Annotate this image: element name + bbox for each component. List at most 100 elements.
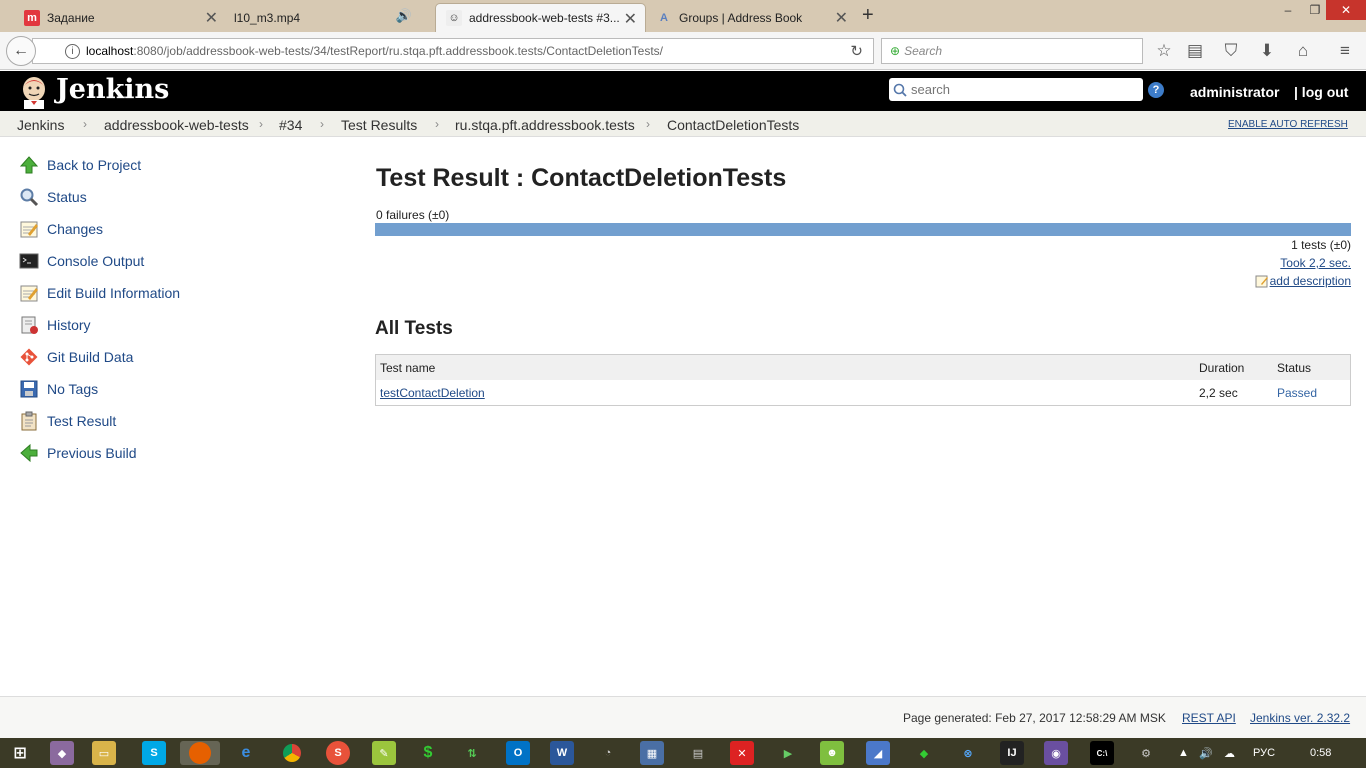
column-header-test-name[interactable]: Test name — [380, 361, 435, 375]
breadcrumb-separator-icon[interactable]: › — [259, 117, 263, 131]
app-icon[interactable]: ◆ — [912, 741, 936, 765]
jenkins-brand[interactable]: Jenkins — [56, 74, 169, 105]
sidebar-item-test-result[interactable]: Test Result — [18, 410, 116, 432]
column-header-status[interactable]: Status — [1277, 361, 1311, 375]
jenkins-logo-icon[interactable] — [18, 75, 50, 109]
breadcrumb-job[interactable]: addressbook-web-tests — [104, 117, 249, 133]
breadcrumb-build[interactable]: #34 — [279, 117, 302, 133]
breadcrumb-test-results[interactable]: Test Results — [341, 117, 417, 133]
logout-link[interactable]: | log out — [1294, 84, 1348, 100]
browser-tab-video[interactable]: l10_m3.mp4 🔊 — [224, 3, 434, 32]
failures-summary: 0 failures (±0) — [376, 208, 450, 222]
breadcrumb-separator-icon[interactable]: › — [320, 117, 324, 131]
jenkins-version-link[interactable]: Jenkins ver. 2.32.2 — [1250, 711, 1350, 725]
browser-tab-zadanie[interactable]: m Задание ✕ — [14, 3, 226, 32]
new-tab-icon[interactable]: + — [862, 4, 874, 27]
test-duration: 2,2 sec — [1199, 386, 1238, 400]
close-icon[interactable]: ✕ — [835, 8, 848, 28]
rest-api-link[interactable]: REST API — [1182, 711, 1236, 725]
minimize-icon[interactable]: – — [1278, 0, 1298, 20]
up-arrow-icon — [18, 154, 40, 176]
sidebar-item-previous-build[interactable]: Previous Build — [18, 442, 137, 464]
column-header-duration[interactable]: Duration — [1199, 361, 1244, 375]
breadcrumb-jenkins[interactable]: Jenkins — [17, 117, 64, 133]
app-icon[interactable]: ◆ — [50, 741, 74, 765]
jenkins-search-box[interactable] — [889, 78, 1143, 101]
sidebar-item-no-tags[interactable]: No Tags — [18, 378, 98, 400]
url-bar[interactable]: i localhost:8080/job/addressbook-web-tes… — [32, 38, 874, 64]
breadcrumb-package[interactable]: ru.stqa.pft.addressbook.tests — [455, 117, 635, 133]
reading-list-icon[interactable]: ▤ — [1185, 41, 1205, 61]
help-icon[interactable]: ? — [1148, 82, 1164, 98]
app-icon[interactable]: ⚙ — [1134, 741, 1158, 765]
app-icon[interactable]: ✕ — [730, 741, 754, 765]
app-icon[interactable]: ◉ — [1044, 741, 1068, 765]
sidebar-item-edit-build-information[interactable]: Edit Build Information — [18, 282, 180, 304]
app-icon[interactable]: ▦ — [640, 741, 664, 765]
menu-icon[interactable]: ≡ — [1335, 41, 1355, 61]
breadcrumb-separator-icon[interactable]: › — [435, 117, 439, 131]
close-window-icon[interactable]: ✕ — [1326, 0, 1366, 20]
browser-search-input[interactable]: ⊕ Search — [881, 38, 1143, 64]
app-icon[interactable]: ⇅ — [460, 741, 484, 765]
app-icon[interactable]: S — [326, 741, 350, 765]
app-icon[interactable]: ☻ — [820, 741, 844, 765]
outlook-icon[interactable]: O — [506, 741, 530, 765]
back-button[interactable]: ← — [6, 36, 36, 66]
sidebar-item-console-output[interactable]: Console Output — [18, 250, 144, 272]
skype-icon[interactable]: S — [142, 741, 166, 765]
sidebar-item-label: Git Build Data — [47, 349, 134, 365]
jenkins-search-input[interactable] — [911, 82, 1131, 97]
word-icon[interactable]: W — [550, 741, 574, 765]
pocket-icon[interactable]: ⛉ — [1221, 41, 1241, 61]
notepad-app-icon[interactable]: ✎ — [372, 741, 396, 765]
network-icon[interactable]: ☁ — [1224, 747, 1235, 760]
sidebar-item-status[interactable]: Status — [18, 186, 87, 208]
sidebar-item-label: Previous Build — [47, 445, 137, 461]
close-icon[interactable]: ✕ — [624, 9, 637, 29]
tray-expand-icon[interactable]: ▲ — [1178, 747, 1189, 759]
maximize-icon[interactable]: ❐ — [1305, 0, 1325, 20]
sidebar-item-history[interactable]: History — [18, 314, 91, 336]
internet-explorer-icon[interactable]: e — [234, 741, 258, 765]
intellij-icon[interactable]: IJ — [1000, 741, 1024, 765]
sidebar-item-git-build-data[interactable]: Git Build Data — [18, 346, 133, 368]
info-icon[interactable]: i — [65, 43, 80, 59]
app-icon[interactable]: ⊗ — [956, 741, 980, 765]
sidebar-item-label: Console Output — [47, 253, 145, 269]
browser-tab-bar: m Задание ✕ l10_m3.mp4 🔊 ☺ addressbook-w… — [0, 0, 1366, 32]
download-icon[interactable]: ⬇ — [1257, 41, 1277, 61]
windows-start-icon[interactable]: ⊞ — [8, 741, 32, 765]
bookmark-star-icon[interactable]: ☆ — [1154, 41, 1174, 61]
language-indicator[interactable]: РУС — [1253, 747, 1275, 759]
speaker-icon[interactable]: 🔊 — [396, 8, 412, 24]
chrome-icon[interactable] — [280, 741, 304, 765]
home-icon[interactable]: ⌂ — [1293, 41, 1313, 61]
close-icon[interactable]: ✕ — [205, 8, 218, 28]
browser-tab-groups[interactable]: A Groups | Address Book ✕ — [646, 3, 856, 32]
add-description-link[interactable]: add description — [1255, 274, 1351, 288]
user-link[interactable]: administrator — [1190, 84, 1279, 100]
left-arrow-icon — [18, 442, 40, 464]
breadcrumb-separator-icon[interactable]: › — [83, 117, 87, 131]
app-icon[interactable]: ◢ — [866, 741, 890, 765]
browser-tab-jenkins[interactable]: ☺ addressbook-web-tests #3... ✕ — [435, 3, 646, 32]
calculator-icon[interactable]: ▤ — [686, 741, 710, 765]
volume-icon[interactable]: 🔊 — [1199, 747, 1213, 760]
sidebar-item-changes[interactable]: Changes — [18, 218, 103, 240]
enable-auto-refresh-link[interactable]: ENABLE AUTO REFRESH — [1228, 119, 1348, 130]
terminal-icon[interactable]: C:\ — [1090, 741, 1114, 765]
breadcrumb-class[interactable]: ContactDeletionTests — [667, 117, 799, 133]
firefox-icon[interactable] — [180, 741, 220, 765]
breadcrumb-separator-icon[interactable]: › — [646, 117, 650, 131]
app-icon[interactable]: ▶ — [776, 741, 800, 765]
app-icon[interactable]: ◔ — [596, 741, 620, 765]
money-icon[interactable]: $ — [416, 741, 440, 765]
back-arrow-icon: ← — [13, 42, 29, 59]
file-explorer-icon[interactable]: ▭ — [92, 741, 116, 765]
clock[interactable]: 0:58 — [1310, 747, 1331, 759]
test-name-link[interactable]: testContactDeletion — [380, 386, 485, 400]
sidebar-item-back-to-project[interactable]: Back to Project — [18, 154, 141, 176]
reload-icon[interactable]: ↻ — [850, 42, 863, 60]
took-duration-link[interactable]: Took 2,2 sec. — [1280, 256, 1351, 270]
